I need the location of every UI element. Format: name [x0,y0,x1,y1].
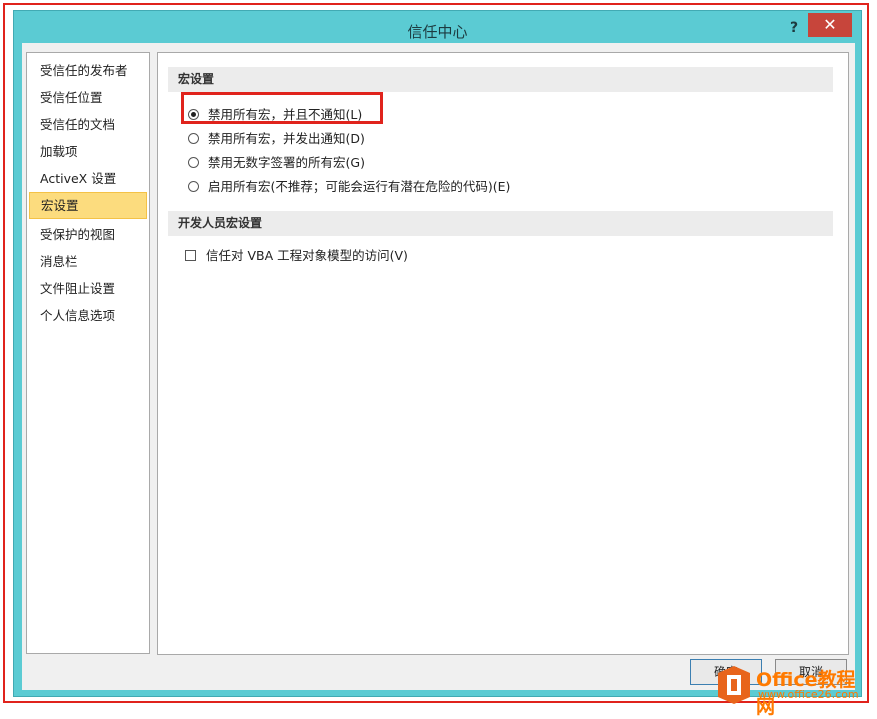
dialog-title: 信任中心 [407,23,468,41]
office-logo-icon [718,666,750,704]
developer-macro-header: 开发人员宏设置 [168,211,833,236]
checkbox-label: 信任对 VBA 工程对象模型的访问(V) [206,248,408,263]
watermark: Office教程网 www.office26.com [714,662,872,718]
close-button[interactable]: ✕ [808,13,852,37]
nav-item-protected-view[interactable]: 受保护的视图 [29,221,147,248]
category-nav: 受信任的发布者 受信任位置 受信任的文档 加载项 ActiveX 设置 宏设置 … [26,52,150,654]
nav-item-trusted-publishers[interactable]: 受信任的发布者 [29,57,147,84]
radio-icon[interactable] [188,181,199,192]
nav-item-trusted-documents[interactable]: 受信任的文档 [29,111,147,138]
trust-center-dialog: 信任中心 ? ✕ 受信任的发布者 受信任位置 受信任的文档 加载项 Active… [13,10,862,697]
radio-label: 禁用无数字签署的所有宏(G) [208,155,365,170]
radio-label: 禁用所有宏，并发出通知(D) [208,131,365,146]
radio-disable-all-notify[interactable]: 禁用所有宏，并发出通知(D) [188,129,365,149]
radio-icon[interactable] [188,133,199,144]
radio-label: 启用所有宏(不推荐；可能会运行有潜在危险的代码)(E) [208,179,511,194]
checkbox-icon[interactable] [185,250,196,261]
nav-item-privacy[interactable]: 个人信息选项 [29,302,147,329]
checkbox-trust-vba[interactable]: 信任对 VBA 工程对象模型的访问(V) [185,246,408,266]
nav-item-message-bar[interactable]: 消息栏 [29,248,147,275]
macro-settings-header: 宏设置 [168,67,833,92]
radio-enable-all[interactable]: 启用所有宏(不推荐；可能会运行有潜在危险的代码)(E) [188,177,511,197]
help-button[interactable]: ? [783,17,805,39]
nav-item-activex[interactable]: ActiveX 设置 [29,165,147,192]
nav-item-file-block[interactable]: 文件阻止设置 [29,275,147,302]
nav-item-trusted-locations[interactable]: 受信任位置 [29,84,147,111]
settings-panel: 宏设置 禁用所有宏，并且不通知(L) 禁用所有宏，并发出通知(D) 禁用无数字签… [157,52,849,655]
dialog-client-area: 受信任的发布者 受信任位置 受信任的文档 加载项 ActiveX 设置 宏设置 … [22,43,855,690]
nav-item-addins[interactable]: 加载项 [29,138,147,165]
radio-disable-unsigned[interactable]: 禁用无数字签署的所有宏(G) [188,153,365,173]
nav-item-macro-settings[interactable]: 宏设置 [29,192,147,219]
annotation-highlight-box [181,92,383,124]
watermark-url: www.office26.com [758,688,859,701]
radio-icon[interactable] [188,157,199,168]
